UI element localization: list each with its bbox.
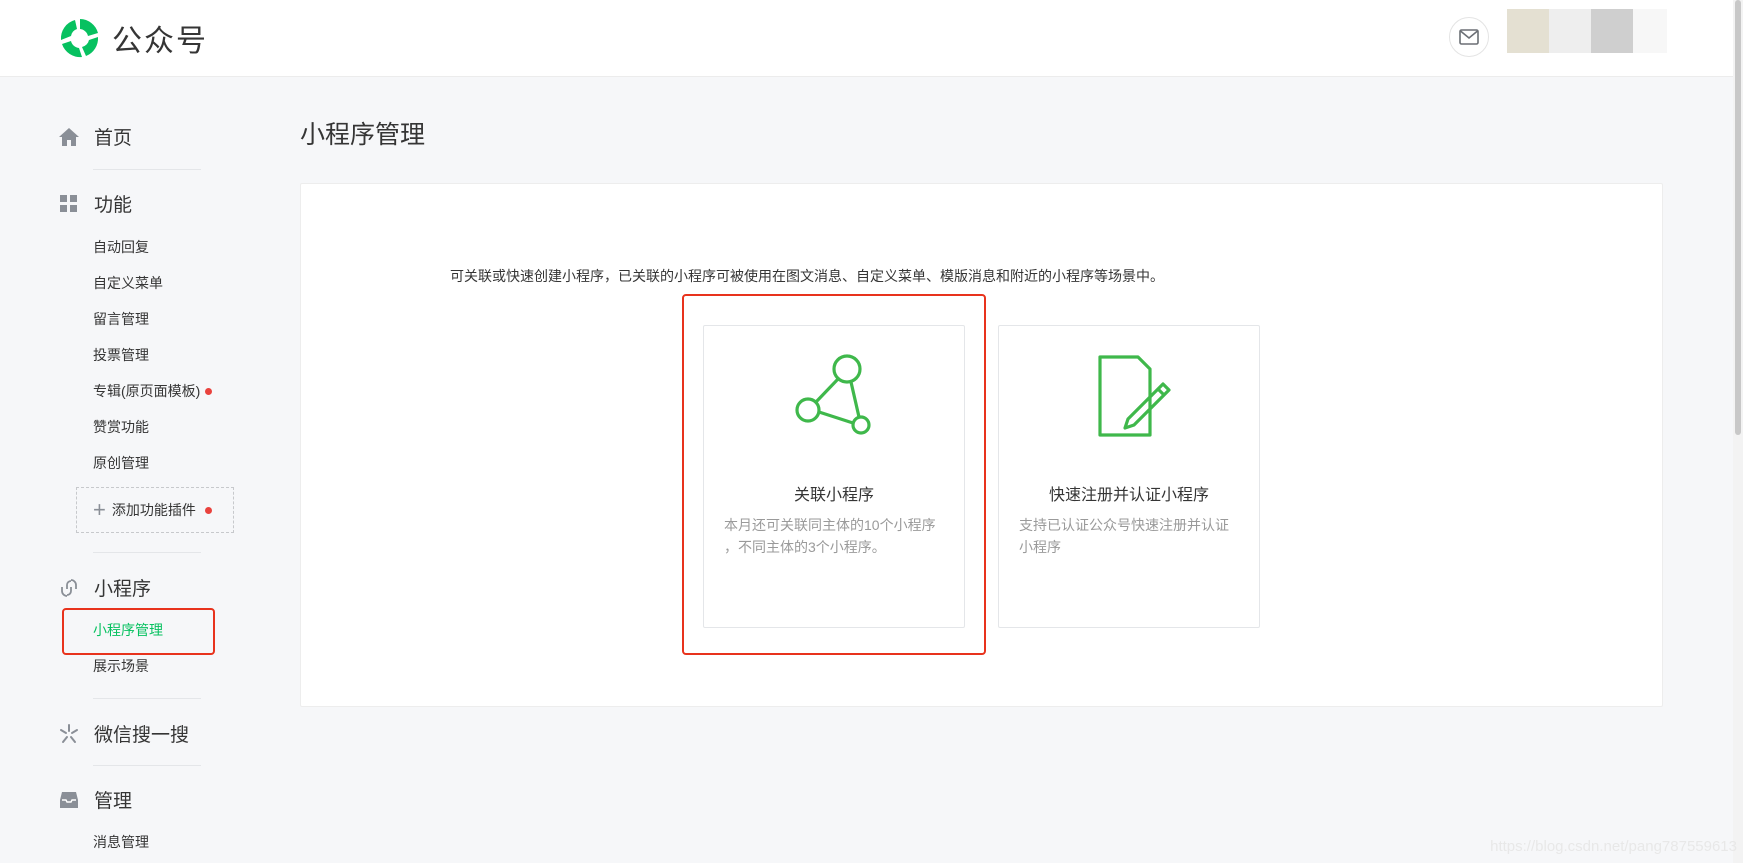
sidebar-group-features[interactable]: 功能 (58, 190, 132, 217)
add-plugin-label: 添加功能插件 (111, 502, 196, 518)
sidebar-item-messages[interactable]: 消息管理 (93, 832, 149, 852)
card-description-line: 支持已认证公众号快速注册并认证 (1019, 517, 1229, 533)
sidebar-group-label: 微信搜一搜 (94, 725, 190, 746)
plus-icon: + (93, 497, 106, 522)
search-sparkle-icon (58, 723, 80, 745)
sidebar-item-label: 展示场景 (93, 658, 149, 674)
inbox-icon (58, 789, 80, 811)
sidebar-item-label: 留言管理 (93, 311, 149, 327)
annotation-highlight-box (62, 608, 215, 655)
sidebar-group-label: 功能 (94, 195, 133, 216)
sidebar-item-voting[interactable]: 投票管理 (93, 345, 149, 365)
card-description-line: 小程序 (1019, 539, 1061, 555)
sidebar-item-label: 消息管理 (93, 834, 149, 850)
card-title: 快速注册并认证小程序 (1048, 487, 1209, 504)
divider (93, 552, 201, 553)
sidebar-item-display-scenes[interactable]: 展示场景 (93, 656, 149, 676)
page-title: 小程序管理 (300, 121, 426, 149)
sidebar-group-manage[interactable]: 管理 (58, 786, 132, 813)
sidebar-item-label: 赞赏功能 (93, 419, 149, 435)
sidebar-item-label: 自动回复 (93, 239, 149, 255)
sidebar: 首页 功能 自动回复 自定义菜单 留言管理 投票管理 专辑(原页面模板) 赞赏功… (0, 77, 260, 863)
divider (93, 765, 201, 766)
sidebar-group-search[interactable]: 微信搜一搜 (58, 720, 189, 747)
sidebar-item-label: 投票管理 (93, 347, 149, 363)
sidebar-group-miniprogram[interactable]: 小程序 (58, 574, 151, 601)
scrollbar-thumb[interactable] (1735, 0, 1741, 435)
sidebar-item-label: 首页 (94, 128, 133, 149)
watermark: https://blog.csdn.net/pang787559613 (1490, 838, 1737, 855)
new-badge-dot (204, 506, 212, 514)
grid-icon (58, 193, 80, 215)
sidebar-item-comments[interactable]: 留言管理 (93, 309, 149, 329)
add-plugin-button[interactable]: + 添加功能插件 (76, 487, 234, 533)
wechat-official-logo-icon (60, 19, 99, 58)
sidebar-item-custom-menu[interactable]: 自定义菜单 (93, 273, 163, 293)
link-icon (58, 577, 80, 599)
card-description: 支持已认证公众号快速注册并认证 小程序 (1019, 514, 1241, 558)
page-scrollbar[interactable] (1733, 0, 1743, 863)
divider (93, 169, 201, 170)
divider (93, 698, 201, 699)
sidebar-group-label: 小程序 (94, 579, 152, 600)
logo[interactable]: 公众号 (58, 16, 208, 60)
document-edit-icon (999, 354, 1259, 438)
logo-text: 公众号 (112, 25, 208, 58)
page-description: 可关联或快速创建小程序，已关联的小程序可被使用在图文消息、自定义菜单、模版消息和… (450, 268, 1164, 284)
sidebar-item-label: 自定义菜单 (93, 275, 163, 291)
sidebar-item-album[interactable]: 专辑(原页面模板) (93, 381, 213, 401)
sidebar-item-home[interactable]: 首页 (58, 123, 132, 150)
sidebar-item-label: 原创管理 (93, 455, 149, 471)
account-avatar[interactable] (1507, 9, 1667, 53)
annotation-highlight-box (682, 294, 986, 655)
home-icon (58, 126, 80, 148)
top-bar: 公众号 (0, 0, 1743, 77)
sidebar-item-auto-reply[interactable]: 自动回复 (93, 237, 149, 257)
mail-button[interactable] (1449, 17, 1489, 57)
register-miniprogram-card[interactable]: 快速注册并认证小程序 支持已认证公众号快速注册并认证 小程序 (998, 325, 1260, 628)
sidebar-item-label: 专辑(原页面模板) (93, 383, 201, 399)
sidebar-item-reward[interactable]: 赞赏功能 (93, 417, 149, 437)
sidebar-item-original[interactable]: 原创管理 (93, 453, 149, 473)
sidebar-group-label: 管理 (94, 791, 133, 812)
new-badge-dot (205, 387, 213, 395)
mail-icon (1459, 29, 1479, 45)
